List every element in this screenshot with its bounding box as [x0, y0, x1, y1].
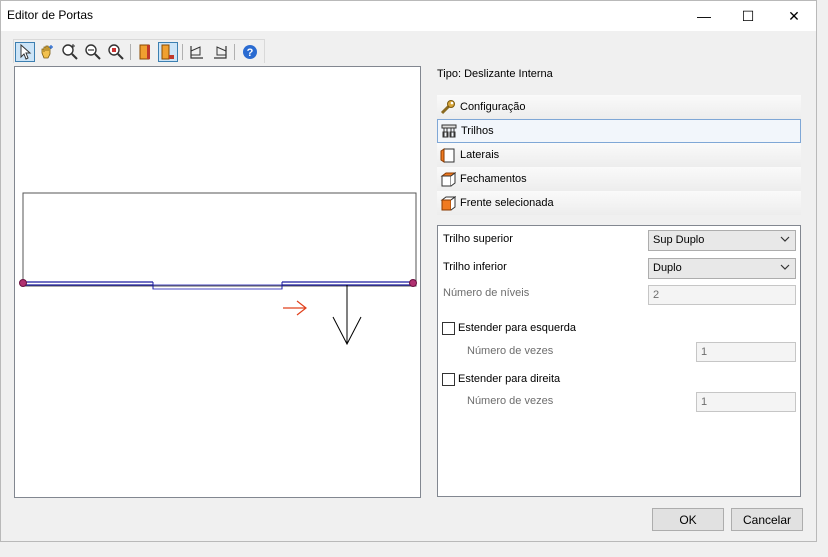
rails-icon — [440, 122, 458, 140]
zoom-in-icon — [62, 44, 78, 60]
section-frente-selecionada[interactable]: Frente selecionada — [437, 191, 801, 215]
section-label: Laterais — [460, 149, 500, 161]
numero-vezes-esquerda-value: 1 — [701, 346, 708, 358]
section-list: Configuração Trilhos Laterais Fechamento… — [437, 95, 801, 215]
trilho-inferior-value: Duplo — [653, 262, 682, 274]
close-button[interactable]: ✕ — [771, 1, 817, 31]
close-icon: ✕ — [788, 7, 800, 24]
trilho-superior-select[interactable]: Sup Duplo — [648, 230, 796, 251]
cancel-button[interactable]: Cancelar — [731, 508, 803, 531]
numero-vezes-direita-value: 1 — [701, 396, 708, 408]
chevron-down-icon — [780, 234, 790, 247]
door-editor-window: Editor de Portas — ☐ ✕ ? Tipo: Deslizant… — [0, 0, 817, 542]
zoom-in-button[interactable] — [60, 42, 80, 62]
hinge-point-left[interactable] — [19, 279, 27, 287]
maximize-icon: ☐ — [741, 7, 755, 24]
ok-button[interactable]: OK — [652, 508, 724, 531]
trilho-superior-label: Trilho superior — [443, 233, 513, 245]
toolbar-separator — [234, 44, 235, 60]
section-configuracao[interactable]: Configuração — [437, 95, 801, 119]
chevron-down-icon — [780, 262, 790, 275]
closures-icon — [439, 170, 457, 188]
numero-niveis-value: 2 — [653, 289, 660, 301]
laterals-icon — [439, 146, 457, 164]
front-icon — [439, 194, 457, 212]
panel-front-icon — [190, 46, 203, 59]
panel-front-button[interactable] — [187, 42, 207, 62]
trilho-inferior-select[interactable]: Duplo — [648, 258, 796, 279]
section-fechamentos[interactable]: Fechamentos — [437, 167, 801, 191]
zoom-fit-icon — [108, 44, 124, 60]
slide-direction-arrow-icon — [283, 300, 307, 316]
pan-tool-button[interactable] — [37, 42, 57, 62]
door-drawing-canvas[interactable] — [14, 66, 421, 498]
select-tool-button[interactable] — [15, 42, 35, 62]
door-left-button[interactable] — [135, 42, 155, 62]
section-label: Fechamentos — [460, 173, 527, 185]
window-title: Editor de Portas — [7, 8, 94, 22]
door-left-icon — [139, 44, 150, 60]
trilho-superior-value: Sup Duplo — [653, 234, 705, 246]
trilho-inferior-label: Trilho inferior — [443, 261, 507, 273]
minimize-icon: — — [697, 8, 711, 24]
section-trilhos[interactable]: Trilhos — [437, 119, 801, 143]
toolbar-separator — [182, 44, 183, 60]
hinge-point-right[interactable] — [409, 279, 417, 287]
door-corner-icon — [161, 44, 174, 60]
minimize-button[interactable]: — — [681, 1, 727, 31]
section-label: Frente selecionada — [460, 197, 554, 209]
help-button[interactable]: ? — [240, 42, 260, 62]
estender-esquerda-label[interactable]: Estender para esquerda — [458, 322, 576, 334]
section-label: Configuração — [460, 101, 526, 113]
rails-settings-panel: Trilho superior Sup Duplo Trilho inferio… — [437, 225, 801, 497]
pan-hand-icon — [41, 45, 53, 59]
section-laterais[interactable]: Laterais — [437, 143, 801, 167]
toolbar-separator — [130, 44, 131, 60]
numero-niveis-label: Número de níveis — [443, 287, 530, 299]
panel-side-button[interactable] — [210, 42, 230, 62]
door-type-label: Tipo: Deslizante Interna — [437, 68, 553, 80]
numero-vezes-esquerda-label: Número de vezes — [467, 345, 554, 357]
select-arrow-icon — [20, 44, 32, 60]
opening-direction-arrow-icon — [332, 285, 362, 346]
svg-text:?: ? — [247, 47, 254, 59]
title-bar: Editor de Portas — ☐ ✕ — [1, 1, 816, 31]
cabinet-outline — [22, 192, 417, 287]
estender-esquerda-checkbox[interactable] — [442, 322, 455, 335]
numero-vezes-esquerda-field: 1 — [696, 342, 796, 362]
door-drawing — [19, 192, 417, 346]
wrench-icon — [439, 98, 457, 116]
zoom-out-icon — [85, 44, 101, 60]
door-corner-button[interactable] — [158, 42, 178, 62]
numero-vezes-direita-field: 1 — [696, 392, 796, 412]
estender-direita-label[interactable]: Estender para direita — [458, 373, 560, 385]
numero-niveis-field: 2 — [648, 285, 796, 305]
panel-side-icon — [214, 46, 227, 59]
section-label: Trilhos — [461, 125, 494, 137]
estender-direita-checkbox[interactable] — [442, 373, 455, 386]
zoom-fit-button[interactable] — [106, 42, 126, 62]
help-icon: ? — [243, 45, 257, 59]
maximize-button[interactable]: ☐ — [725, 1, 771, 31]
toolbar: ? — [13, 39, 265, 63]
zoom-out-button[interactable] — [83, 42, 103, 62]
numero-vezes-direita-label: Número de vezes — [467, 395, 554, 407]
